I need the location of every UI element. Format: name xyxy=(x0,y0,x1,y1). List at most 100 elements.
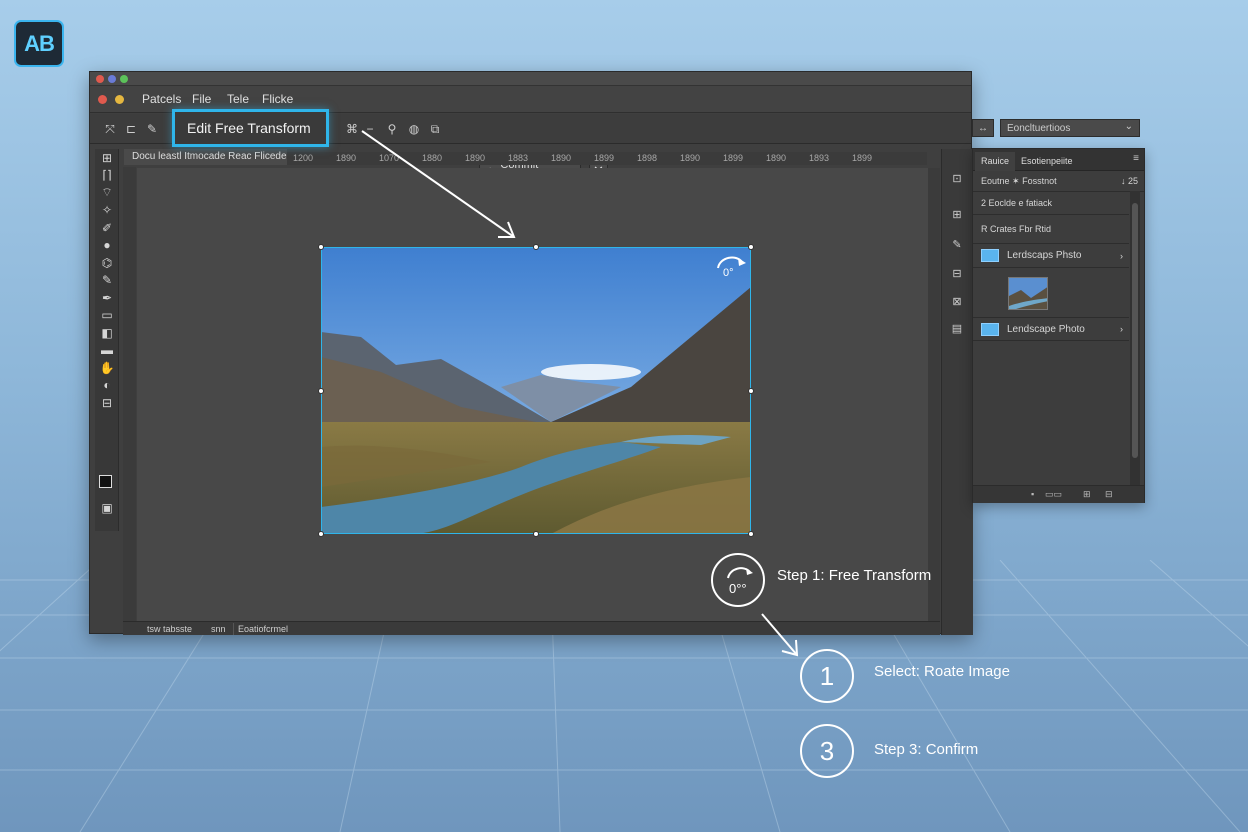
pin-icon[interactable]: ⚲ xyxy=(384,121,400,137)
window-minimize-button[interactable] xyxy=(108,75,116,83)
ruler-tick-label: 1899 xyxy=(852,153,873,163)
layers-panel-icon[interactable]: ▤ xyxy=(948,319,966,337)
ruler-tick-label: 1898 xyxy=(637,153,658,163)
minus-icon[interactable]: − xyxy=(362,121,378,137)
transform-handle-tm[interactable] xyxy=(533,244,539,250)
paths-icon[interactable]: ⊠ xyxy=(948,292,966,310)
status-zoom: snn xyxy=(211,624,226,634)
ruler-top: 1200 1890 1070 1880 1890 1883 1890 1899 1898 1890… xyxy=(287,152,927,165)
layer-thumb xyxy=(981,322,999,336)
tool-eraser-icon[interactable]: ▭ xyxy=(95,307,119,325)
rotation-value: 0° xyxy=(723,267,734,279)
tab-rauice[interactable]: Rauice xyxy=(975,152,1016,171)
brush-panel-icon[interactable]: ✎ xyxy=(948,235,966,253)
channels-icon[interactable]: ⊟ xyxy=(948,264,966,282)
layers-header: Eoutne ✶ Fosstnot ↓ 25 xyxy=(973,171,1144,192)
tool-magic-icon[interactable]: ✧ xyxy=(95,202,119,220)
workspace-toggle[interactable]: ↔ xyxy=(972,119,994,137)
tool-brush-icon[interactable]: ✎ xyxy=(95,272,119,290)
step1-rotation-value: 0°° xyxy=(729,581,747,596)
document-tab[interactable]: Docu leastl Itmocade Reac Flicede xyxy=(124,149,287,165)
tool-type-icon[interactable]: ⊟ xyxy=(95,394,119,412)
move-tool-icon[interactable]: ⤧ xyxy=(102,121,118,137)
transform-handle-br[interactable] xyxy=(748,531,754,537)
transform-handle-bl[interactable] xyxy=(318,531,324,537)
tab-esotienpeiite[interactable]: Esotienpeiite xyxy=(1015,152,1079,171)
layers-panel: Rauice Esotienpeiite ≡ Eoutne ✶ Fosstnot… xyxy=(972,148,1145,503)
step2-label: Select: Roate Image xyxy=(874,663,1010,680)
tool-heal-icon[interactable]: ● xyxy=(95,237,119,255)
step3-number: 3 xyxy=(819,735,835,766)
layers-header-value[interactable]: ↓ 25 xyxy=(1121,176,1138,186)
link-icon[interactable]: ⌘ xyxy=(344,121,360,137)
mask-icon[interactable]: ◍ xyxy=(406,121,422,137)
brush-tool-icon[interactable]: ✎ xyxy=(144,121,160,137)
tool-pen-icon[interactable]: ✒ xyxy=(95,289,119,307)
transform-bounding-box[interactable] xyxy=(321,247,751,534)
tool-spacer-3 xyxy=(95,447,119,465)
transform-handle-tl[interactable] xyxy=(318,244,324,250)
menu-close-dot[interactable] xyxy=(98,95,107,104)
crop-tool-icon[interactable]: ⊏ xyxy=(123,121,139,137)
menu-patcels[interactable]: Patcels xyxy=(142,92,181,106)
layer-preview-thumb[interactable] xyxy=(1008,277,1048,310)
panel-dock: ⊡ ⊞ ✎ ⊟ ⊠ ▤ xyxy=(941,149,973,635)
layers-header-label: Eoutne ✶ Fosstnot xyxy=(981,175,1057,186)
tool-lasso-icon[interactable]: ⌔ xyxy=(95,184,119,202)
transform-handle-bm[interactable] xyxy=(533,531,539,537)
layer-row[interactable]: 2 Eoclde e fatiack xyxy=(973,192,1129,215)
workspace-selector[interactable]: Eoncltuertioos ⌄ xyxy=(1000,119,1140,137)
layer-row-label: Lendscape Photo xyxy=(1007,323,1085,335)
step3-label: Step 3: Confirm xyxy=(874,741,979,758)
layer-row-label: R Crates Fbr Rtid xyxy=(981,224,1052,234)
window-maximize-button[interactable] xyxy=(120,75,128,83)
layer-row[interactable]: Lerdscaps Phsto › xyxy=(973,244,1129,268)
workspace-label: Eoncltuertioos xyxy=(1007,122,1071,134)
delete-layer-icon[interactable]: ⊟ xyxy=(1105,489,1113,500)
transform-handle-ml[interactable] xyxy=(318,388,324,394)
foreground-color-swatch[interactable] xyxy=(99,475,112,488)
tool-marquee-icon[interactable]: ⌈⌉ xyxy=(95,167,119,185)
step3-badge: 3 xyxy=(800,724,854,778)
edit-free-transform-button[interactable]: Edit Free Transform xyxy=(172,109,329,147)
ruler-tick-label: 1890 xyxy=(551,153,572,163)
quick-mask-icon[interactable]: ▣ xyxy=(95,499,119,517)
canvas-scrollbar[interactable] xyxy=(928,168,940,621)
layer-row[interactable]: R Crates Fbr Rtid xyxy=(973,215,1129,244)
panel-menu-icon[interactable]: ≡ xyxy=(1133,153,1139,164)
menu-flicke[interactable]: Flicke xyxy=(262,92,293,106)
tool-clone-icon[interactable]: ⌬ xyxy=(95,254,119,272)
tool-shape-icon[interactable]: ▬ xyxy=(95,342,119,360)
status-mode[interactable]: Eoatiofcrmel xyxy=(233,623,292,635)
ruler-tick-label: 1883 xyxy=(508,153,529,163)
window-close-button[interactable] xyxy=(96,75,104,83)
menu-file[interactable]: File xyxy=(192,92,211,106)
ruler-tick-label: 1070 xyxy=(379,153,400,163)
ruler-tick-label: 1890 xyxy=(465,153,486,163)
tool-gradient-icon[interactable]: ◧ xyxy=(95,324,119,342)
transform-handle-tr[interactable] xyxy=(748,244,754,250)
mask-layer-icon[interactable]: ▭▭ xyxy=(1045,489,1062,500)
step2-number: 1 xyxy=(819,660,835,691)
layers-scrollbar[interactable] xyxy=(1130,191,1140,485)
ruler-tick-label: 1890 xyxy=(336,153,357,163)
menu-tele[interactable]: Tele xyxy=(227,92,249,106)
edit-free-transform-label: Edit Free Transform xyxy=(187,120,311,136)
tool-spacer-2 xyxy=(95,429,119,447)
warp-icon[interactable]: ⧉ xyxy=(427,121,443,137)
layers-scroll-thumb[interactable] xyxy=(1132,203,1138,458)
history-icon[interactable]: ⊡ xyxy=(948,169,966,187)
tool-hand-icon[interactable]: ✋ xyxy=(95,359,119,377)
tool-eyedropper-icon[interactable]: ✐ xyxy=(95,219,119,237)
tool-zoom-icon[interactable]: ◐ xyxy=(95,377,119,395)
new-group-icon[interactable]: ▪ xyxy=(1031,489,1034,499)
ruler-tick-label: 1899 xyxy=(594,153,615,163)
new-layer-icon[interactable]: ⊞ xyxy=(1083,489,1091,500)
tool-move-icon[interactable]: ⊞ xyxy=(95,149,119,167)
adjustments-icon[interactable]: ⊞ xyxy=(948,205,966,223)
layer-thumb xyxy=(981,249,999,262)
chevron-right-icon: › xyxy=(1120,324,1123,334)
layer-row[interactable]: Lendscape Photo › xyxy=(973,317,1129,341)
transform-handle-mr[interactable] xyxy=(748,388,754,394)
menu-min-dot[interactable] xyxy=(115,95,124,104)
